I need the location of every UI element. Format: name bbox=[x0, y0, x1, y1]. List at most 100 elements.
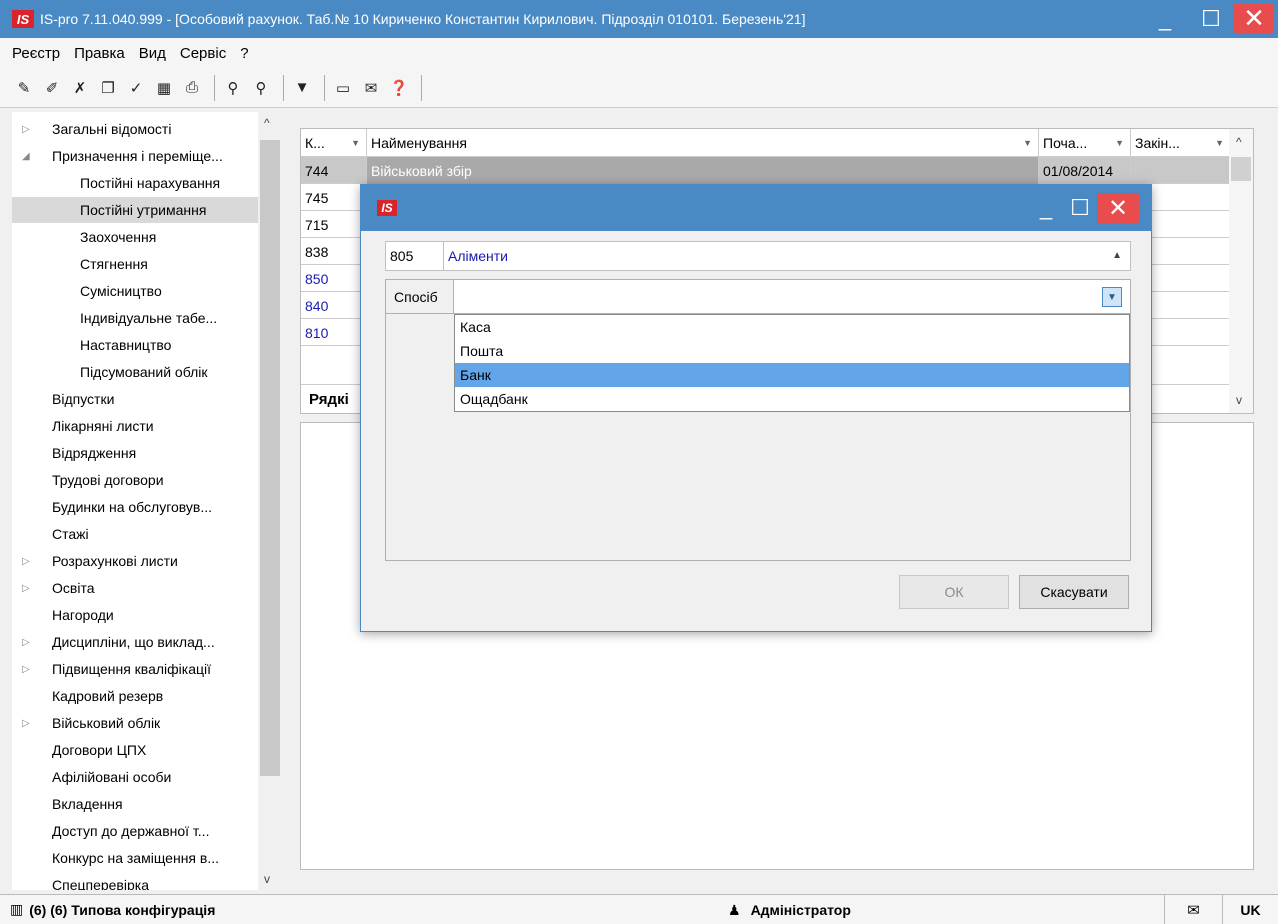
filter-icon[interactable]: ▼ bbox=[290, 76, 314, 100]
tree-item[interactable]: Конкурс на заміщення в... bbox=[12, 845, 258, 871]
tree-item[interactable]: ◢ Призначення і переміще... bbox=[12, 143, 258, 169]
scroll-up-icon[interactable]: ^ bbox=[264, 116, 270, 130]
tree-item[interactable]: Сумісництво bbox=[12, 278, 258, 304]
tree-item-label: Договори ЦПХ bbox=[52, 742, 147, 758]
approve-icon[interactable]: ✓ bbox=[124, 76, 148, 100]
menu-help[interactable]: ? bbox=[240, 45, 248, 62]
tree-item[interactable]: ▷ Підвищення кваліфікації bbox=[12, 656, 258, 682]
dropdown-option[interactable]: Каса bbox=[455, 315, 1129, 339]
cancel-button[interactable]: Скасувати bbox=[1019, 575, 1129, 609]
column-header-end[interactable]: Закін... ▼ bbox=[1131, 129, 1231, 157]
menu-registry[interactable]: Реєстр bbox=[12, 45, 60, 62]
column-header-start[interactable]: Поча... ▼ bbox=[1039, 129, 1131, 157]
maximize-icon[interactable]: ☐ bbox=[1188, 0, 1234, 38]
copy-record-icon[interactable]: ❐ bbox=[96, 76, 120, 100]
dropdown-option[interactable]: Пошта bbox=[455, 339, 1129, 363]
column-filter-icon[interactable]: ▼ bbox=[351, 138, 360, 148]
tree-item[interactable]: Відпустки bbox=[12, 386, 258, 412]
ok-button[interactable]: ОК bbox=[899, 575, 1009, 609]
tree-item[interactable]: Вкладення bbox=[12, 791, 258, 817]
maximize-icon[interactable]: ☐ bbox=[1063, 193, 1097, 223]
minimize-icon[interactable]: _ bbox=[1142, 0, 1188, 38]
tree-item[interactable]: Постійні утримання bbox=[12, 197, 258, 223]
column-filter-icon[interactable]: ▼ bbox=[1215, 138, 1224, 148]
tree-item[interactable]: Відрядження bbox=[12, 440, 258, 466]
tree-item[interactable]: ▷ Військовий облік bbox=[12, 710, 258, 736]
tree-item[interactable]: Спецперевірка bbox=[12, 872, 258, 890]
print-icon[interactable]: ⎙ bbox=[180, 76, 204, 100]
user-status[interactable]: ♟ Адміністратор bbox=[728, 895, 851, 924]
language-indicator[interactable]: UK bbox=[1222, 895, 1278, 924]
excel-export-icon[interactable]: ▦ bbox=[152, 76, 176, 100]
scroll-down-icon[interactable]: v bbox=[264, 872, 270, 886]
tree-item-label: Призначення і переміще... bbox=[52, 148, 223, 164]
expander-icon[interactable]: ▷ bbox=[22, 583, 36, 594]
table-row[interactable]: 744 Військовий збір 01/08/2014 bbox=[301, 157, 1231, 184]
scroll-down-icon[interactable]: v bbox=[1236, 393, 1242, 407]
dropdown-arrow-icon[interactable]: ▼ bbox=[1102, 287, 1122, 307]
search-next-icon[interactable]: ⚲ bbox=[249, 76, 273, 100]
tree-item[interactable]: Кадровий резерв bbox=[12, 683, 258, 709]
menu-service[interactable]: Сервіс bbox=[180, 45, 226, 62]
app-logo-icon: IS bbox=[12, 10, 34, 28]
tree-item[interactable]: Будинки на обслуговув... bbox=[12, 494, 258, 520]
delete-record-icon[interactable]: ✗ bbox=[68, 76, 92, 100]
menu-edit[interactable]: Правка bbox=[74, 45, 125, 62]
caret-up-icon[interactable]: ▲ bbox=[1112, 250, 1122, 261]
close-icon[interactable]: ✕ bbox=[1234, 3, 1274, 33]
tree-item-label: Заохочення bbox=[80, 229, 157, 245]
expander-icon[interactable]: ▷ bbox=[22, 556, 36, 567]
grid-scrollbar[interactable]: ^ v bbox=[1229, 129, 1253, 413]
column-filter-icon[interactable]: ▼ bbox=[1115, 138, 1124, 148]
edit-record-icon[interactable]: ✐ bbox=[40, 76, 64, 100]
expander-icon[interactable]: ▷ bbox=[22, 124, 36, 135]
tree-item-label: Стажі bbox=[52, 526, 89, 542]
expander-icon[interactable]: ▷ bbox=[22, 718, 36, 729]
mail-icon[interactable]: ✉ bbox=[1164, 895, 1222, 924]
tree-item[interactable]: Нагороди bbox=[12, 602, 258, 628]
tree-item[interactable]: Доступ до державної т... bbox=[12, 818, 258, 844]
tree-item[interactable]: Договори ЦПХ bbox=[12, 737, 258, 763]
tree-item[interactable]: Трудові договори bbox=[12, 467, 258, 493]
search-icon[interactable]: ⚲ bbox=[221, 76, 245, 100]
tree-item[interactable]: ▷ Освіта bbox=[12, 575, 258, 601]
column-header-label: Найменування bbox=[371, 134, 467, 151]
mail-icon[interactable]: ✉ bbox=[359, 76, 383, 100]
scroll-thumb[interactable] bbox=[260, 140, 280, 776]
column-filter-icon[interactable]: ▼ bbox=[1023, 138, 1032, 148]
toolbar-separator bbox=[324, 74, 325, 101]
form-icon[interactable]: ▭ bbox=[331, 76, 355, 100]
tree-item-label: Лікарняні листи bbox=[52, 418, 154, 434]
column-header-name[interactable]: Найменування ▼ bbox=[367, 129, 1039, 157]
tree-item[interactable]: Наставництво bbox=[12, 332, 258, 358]
dropdown-option[interactable]: Ощадбанк bbox=[455, 387, 1129, 411]
method-select[interactable]: ▼ bbox=[454, 280, 1130, 314]
tree-scrollbar[interactable]: ^ v bbox=[258, 112, 282, 890]
tree-item[interactable]: Стягнення bbox=[12, 251, 258, 277]
help-icon[interactable]: ❓ bbox=[387, 76, 411, 100]
tree-item[interactable]: Афілійовані особи bbox=[12, 764, 258, 790]
scroll-thumb[interactable] bbox=[1231, 157, 1251, 181]
tree-item[interactable]: Підсумований облік bbox=[12, 359, 258, 385]
tree-item[interactable]: ▷ Дисципліни, що виклад... bbox=[12, 629, 258, 655]
expander-icon[interactable]: ◢ bbox=[22, 151, 36, 162]
expander-icon[interactable]: ▷ bbox=[22, 637, 36, 648]
tree-item[interactable]: Індивідуальне табе... bbox=[12, 305, 258, 331]
close-icon[interactable]: ✕ bbox=[1097, 193, 1139, 223]
column-header-code[interactable]: К... ▼ bbox=[301, 129, 367, 157]
tree-item[interactable]: Заохочення bbox=[12, 224, 258, 250]
tree-item[interactable]: Лікарняні листи bbox=[12, 413, 258, 439]
tree-item[interactable]: Стажі bbox=[12, 521, 258, 547]
tree-item[interactable]: ▷ Загальні відомості bbox=[12, 116, 258, 142]
tree-item-label: Конкурс на заміщення в... bbox=[52, 850, 220, 866]
expander-icon[interactable]: ▷ bbox=[22, 664, 36, 675]
menu-view[interactable]: Вид bbox=[139, 45, 166, 62]
deduction-code-field[interactable]: 805 Аліменти ▲ bbox=[385, 241, 1131, 271]
new-record-icon[interactable]: ✎ bbox=[12, 76, 36, 100]
minimize-icon[interactable]: _ bbox=[1029, 193, 1063, 223]
tree-item[interactable]: Постійні нарахування bbox=[12, 170, 258, 196]
configuration-status[interactable]: ▥ (6) (6) Типова конфігурація bbox=[0, 901, 215, 918]
tree-item[interactable]: ▷ Розрахункові листи bbox=[12, 548, 258, 574]
dropdown-option[interactable]: Банк bbox=[455, 363, 1129, 387]
scroll-up-icon[interactable]: ^ bbox=[1236, 135, 1242, 149]
